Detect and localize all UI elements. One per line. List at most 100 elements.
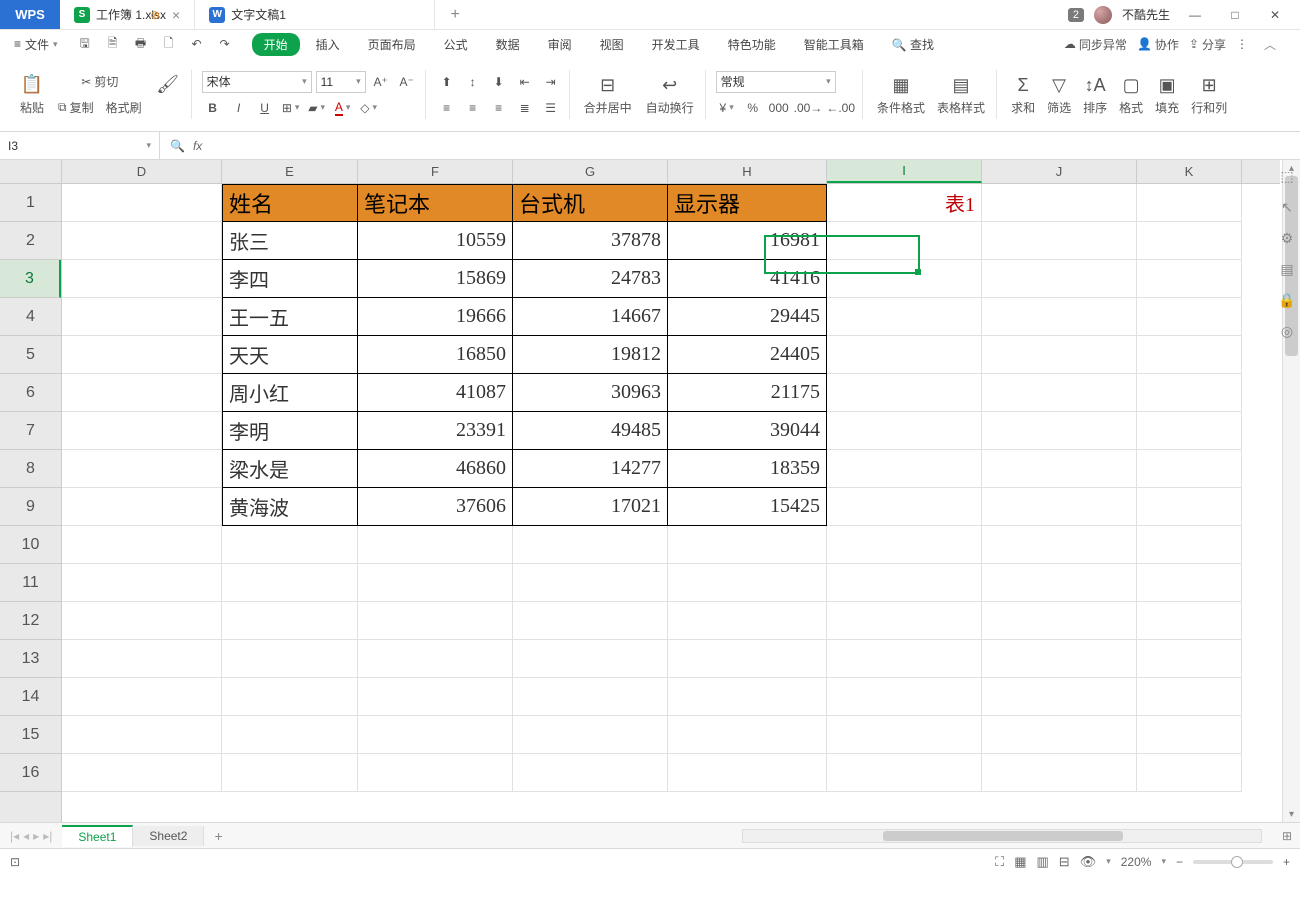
cell-H6[interactable]: 21175 bbox=[668, 374, 827, 412]
cell-F4[interactable]: 19666 bbox=[358, 298, 513, 336]
cell-J8[interactable] bbox=[982, 450, 1137, 488]
minimize-icon[interactable]: — bbox=[1180, 8, 1210, 22]
cell-G6[interactable]: 30963 bbox=[513, 374, 668, 412]
indent-increase-icon[interactable]: ⇥ bbox=[540, 71, 562, 93]
save-icon[interactable]: 🖫 bbox=[74, 33, 96, 55]
cell-J7[interactable] bbox=[982, 412, 1137, 450]
col-header-G[interactable]: G bbox=[513, 160, 668, 183]
cell-F13[interactable] bbox=[358, 640, 513, 678]
row-header-4[interactable]: 4 bbox=[0, 298, 61, 336]
col-header-J[interactable]: J bbox=[982, 160, 1137, 183]
cell-E6[interactable]: 周小红 bbox=[222, 374, 358, 412]
cell-J6[interactable] bbox=[982, 374, 1137, 412]
reading-mode-icon[interactable]: 👁 bbox=[1080, 854, 1097, 870]
cell-J4[interactable] bbox=[982, 298, 1137, 336]
row-header-6[interactable]: 6 bbox=[0, 374, 61, 412]
cell-K12[interactable] bbox=[1137, 602, 1242, 640]
cell-H7[interactable]: 39044 bbox=[668, 412, 827, 450]
cell-G7[interactable]: 49485 bbox=[513, 412, 668, 450]
underline-button[interactable]: U bbox=[254, 97, 276, 119]
cell-D4[interactable] bbox=[62, 298, 222, 336]
cell-D7[interactable] bbox=[62, 412, 222, 450]
row-header-16[interactable]: 16 bbox=[0, 754, 61, 792]
cell-G3[interactable]: 24783 bbox=[513, 260, 668, 298]
cell-I10[interactable] bbox=[827, 526, 982, 564]
cell-E8[interactable]: 梁水是 bbox=[222, 450, 358, 488]
notification-badge[interactable]: 2 bbox=[1068, 8, 1084, 22]
cell-E15[interactable] bbox=[222, 716, 358, 754]
cell-J2[interactable] bbox=[982, 222, 1137, 260]
wrap-button[interactable]: ↩自动换行 bbox=[642, 71, 698, 118]
cell-E10[interactable] bbox=[222, 526, 358, 564]
zoom-slider[interactable] bbox=[1193, 860, 1273, 864]
col-header-K[interactable]: K bbox=[1137, 160, 1242, 183]
cell-D10[interactable] bbox=[62, 526, 222, 564]
cell-I12[interactable] bbox=[827, 602, 982, 640]
cell-H9[interactable]: 15425 bbox=[668, 488, 827, 526]
cell-J1[interactable] bbox=[982, 184, 1137, 222]
cond-format-button[interactable]: ▦条件格式 bbox=[873, 71, 929, 118]
cell-K3[interactable] bbox=[1137, 260, 1242, 298]
add-sheet-button[interactable]: + bbox=[204, 828, 232, 844]
cell-I2[interactable] bbox=[827, 222, 982, 260]
cell-I6[interactable] bbox=[827, 374, 982, 412]
sync-status[interactable]: ☁ 同步异常 bbox=[1064, 36, 1127, 53]
cell-F9[interactable]: 37606 bbox=[358, 488, 513, 526]
zoom-in-icon[interactable]: + bbox=[1283, 855, 1290, 869]
cell-H3[interactable]: 41416 bbox=[668, 260, 827, 298]
cell-J12[interactable] bbox=[982, 602, 1137, 640]
close-tab-icon[interactable]: × bbox=[172, 7, 180, 23]
print-preview-icon[interactable]: 🗋 bbox=[158, 33, 180, 55]
row-header-3[interactable]: 3 bbox=[0, 260, 61, 298]
font-size-select[interactable]: 11▾ bbox=[316, 71, 366, 93]
cell-H14[interactable] bbox=[668, 678, 827, 716]
cell-D12[interactable] bbox=[62, 602, 222, 640]
tab-layout[interactable]: 页面布局 bbox=[356, 33, 428, 56]
cell-G16[interactable] bbox=[513, 754, 668, 792]
cell-F15[interactable] bbox=[358, 716, 513, 754]
row-header-1[interactable]: 1 bbox=[0, 184, 61, 222]
row-header-2[interactable]: 2 bbox=[0, 222, 61, 260]
col-header-D[interactable]: D bbox=[62, 160, 222, 183]
cell-J11[interactable] bbox=[982, 564, 1137, 602]
cell-D5[interactable] bbox=[62, 336, 222, 374]
fill-button[interactable]: ▣填充 bbox=[1151, 71, 1183, 118]
tab-view[interactable]: 视图 bbox=[588, 33, 636, 56]
filter-button[interactable]: ▽筛选 bbox=[1043, 71, 1075, 118]
tab-formula[interactable]: 公式 bbox=[432, 33, 480, 56]
cell-E1[interactable]: 姓名 bbox=[222, 184, 358, 222]
cell-J5[interactable] bbox=[982, 336, 1137, 374]
number-format-select[interactable]: 常规▾ bbox=[716, 71, 836, 93]
name-box[interactable]: I3▾ bbox=[0, 132, 160, 159]
view-normal-icon[interactable]: ▦ bbox=[1014, 854, 1026, 870]
format-painter-big-icon[interactable]: 🖌 bbox=[152, 71, 184, 119]
table-style-button[interactable]: ▤表格样式 bbox=[933, 71, 989, 118]
cell-F7[interactable]: 23391 bbox=[358, 412, 513, 450]
align-left-icon[interactable]: ≡ bbox=[436, 97, 458, 119]
view-break-icon[interactable]: ⊟ bbox=[1059, 854, 1070, 870]
rowcol-button[interactable]: ⊞行和列 bbox=[1187, 71, 1231, 118]
print-icon[interactable]: 🖶 bbox=[130, 33, 152, 55]
format-painter-button[interactable]: 格式刷 bbox=[102, 97, 146, 119]
font-name-select[interactable]: 宋体▾ bbox=[202, 71, 312, 93]
share-button[interactable]: ⇪ 分享 bbox=[1189, 36, 1226, 53]
border-button[interactable]: ⊞▾ bbox=[280, 97, 302, 119]
tab-start[interactable]: 开始 bbox=[252, 33, 300, 56]
col-header-H[interactable]: H bbox=[668, 160, 827, 183]
cell-H13[interactable] bbox=[668, 640, 827, 678]
cell-I1[interactable]: 表1 bbox=[827, 184, 982, 222]
decimal-inc-icon[interactable]: .00→ bbox=[794, 97, 823, 119]
cell-G9[interactable]: 17021 bbox=[513, 488, 668, 526]
cell-H16[interactable] bbox=[668, 754, 827, 792]
cell-F10[interactable] bbox=[358, 526, 513, 564]
cell-D1[interactable] bbox=[62, 184, 222, 222]
cell-I3[interactable] bbox=[827, 260, 982, 298]
zoom-knob[interactable] bbox=[1231, 856, 1243, 868]
cell-J14[interactable] bbox=[982, 678, 1137, 716]
align-bottom-icon[interactable]: ⬇ bbox=[488, 71, 510, 93]
justify-icon[interactable]: ≣ bbox=[514, 97, 536, 119]
row-header-8[interactable]: 8 bbox=[0, 450, 61, 488]
cell-G11[interactable] bbox=[513, 564, 668, 602]
sheet-first-icon[interactable]: |◂ bbox=[10, 829, 19, 843]
cell-G12[interactable] bbox=[513, 602, 668, 640]
